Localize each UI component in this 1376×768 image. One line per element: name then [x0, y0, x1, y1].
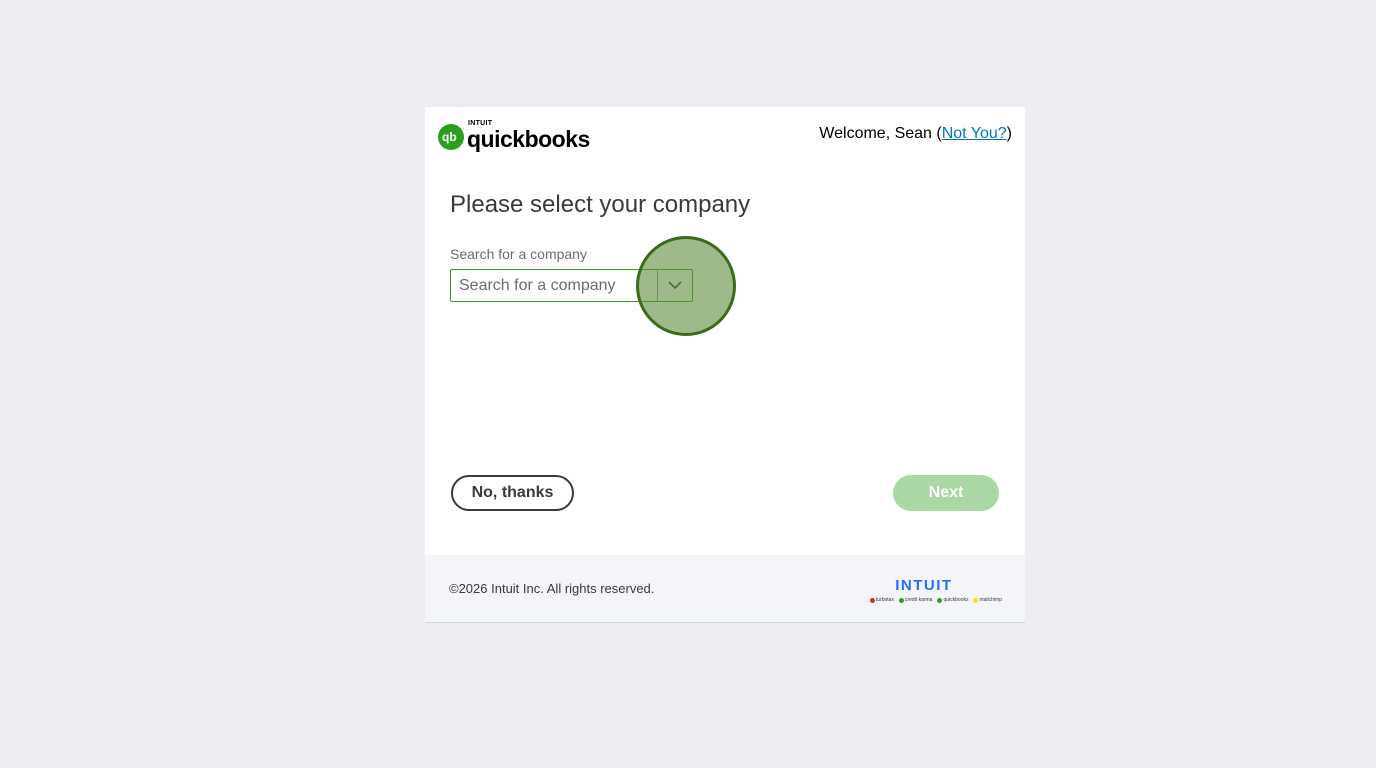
credit-karma-icon [898, 597, 904, 603]
click-indicator [636, 236, 736, 336]
page-title: Please select your company [450, 191, 751, 218]
mailchimp-icon [973, 597, 979, 603]
not-you-link[interactable]: Not You? [942, 125, 1007, 142]
welcome-suffix: ) [1006, 125, 1012, 142]
welcome-text: Welcome, Sean ( [819, 125, 942, 142]
logo-intuit-text: INTUIT [468, 120, 493, 127]
copyright-text: ©2026 Intuit Inc. All rights reserved. [449, 581, 655, 596]
qb-logo-icon: qb [438, 124, 464, 150]
no-thanks-button[interactable]: No, thanks [451, 475, 574, 511]
company-search-input[interactable] [451, 270, 659, 301]
product-credit-karma: credit karma [898, 597, 932, 603]
logo-wordmark: quickbooks [467, 126, 590, 152]
product-turbotax: turbotax [869, 597, 894, 603]
product-family: turbotax credit karma quickbooks mailchi… [869, 597, 1002, 603]
quickbooks-icon [937, 597, 943, 603]
intuit-brand-logo: INTUIT turbotax credit karma quickbooks … [869, 577, 1002, 603]
product-quickbooks: quickbooks [937, 597, 968, 603]
intuit-wordmark: INTUIT [895, 577, 953, 594]
company-select-card: qb INTUIT quickbooks Welcome, Sean (Not … [425, 107, 1025, 622]
next-button[interactable]: Next [893, 475, 999, 511]
product-mailchimp: mailchimp [973, 597, 1002, 603]
header: qb INTUIT quickbooks Welcome, Sean (Not … [425, 107, 1025, 177]
footer: ©2026 Intuit Inc. All rights reserved. I… [425, 555, 1025, 622]
search-label: Search for a company [450, 246, 587, 262]
turbotax-icon [869, 597, 875, 603]
svg-text:qb: qb [442, 130, 457, 144]
quickbooks-logo: qb INTUIT quickbooks [438, 120, 590, 152]
welcome-message: Welcome, Sean (Not You?) [819, 125, 1012, 143]
